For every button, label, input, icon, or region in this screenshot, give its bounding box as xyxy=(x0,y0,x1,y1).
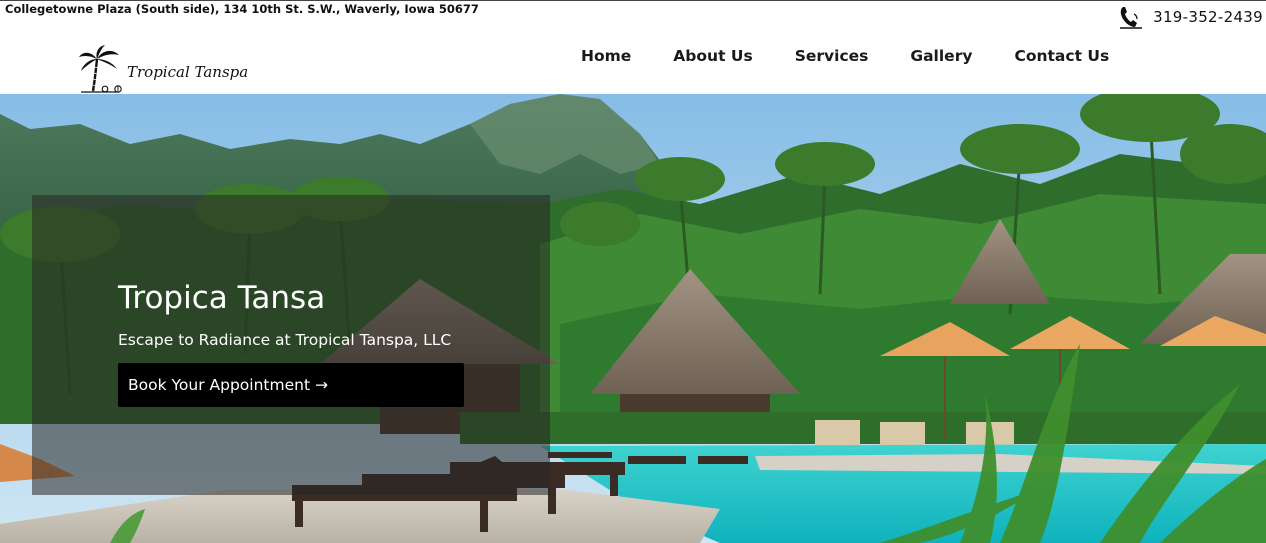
book-appointment-button[interactable]: Book Your Appointment → xyxy=(118,363,464,407)
site-header: Collegetowne Plaza (South side), 134 10t… xyxy=(0,0,1266,94)
logo-text: Tropical Tanspa xyxy=(127,63,249,81)
nav-services[interactable]: Services xyxy=(774,47,890,65)
hero-subtitle: Escape to Radiance at Tropical Tanspa, L… xyxy=(118,331,452,349)
business-address: Collegetowne Plaza (South side), 134 10t… xyxy=(5,2,479,16)
phone-handset-icon xyxy=(1120,7,1143,29)
palm-tree-icon xyxy=(79,45,122,93)
nav-contact-us[interactable]: Contact Us xyxy=(993,47,1130,65)
phone-contact[interactable]: 319-352-2439 xyxy=(1117,5,1263,29)
nav-about-us[interactable]: About Us xyxy=(652,47,773,65)
hero-title: Tropica Tansa xyxy=(118,280,326,316)
main-nav: Home About Us Services Gallery Contact U… xyxy=(560,47,1130,65)
page: Collegetowne Plaza (South side), 134 10t… xyxy=(0,0,1266,543)
phone-number[interactable]: 319-352-2439 xyxy=(1153,8,1263,26)
nav-gallery[interactable]: Gallery xyxy=(889,47,993,65)
hero-section: Tropica Tansa Escape to Radiance at Trop… xyxy=(0,94,1266,543)
nav-home[interactable]: Home xyxy=(560,47,652,65)
site-logo[interactable]: Tropical Tanspa xyxy=(77,45,248,95)
